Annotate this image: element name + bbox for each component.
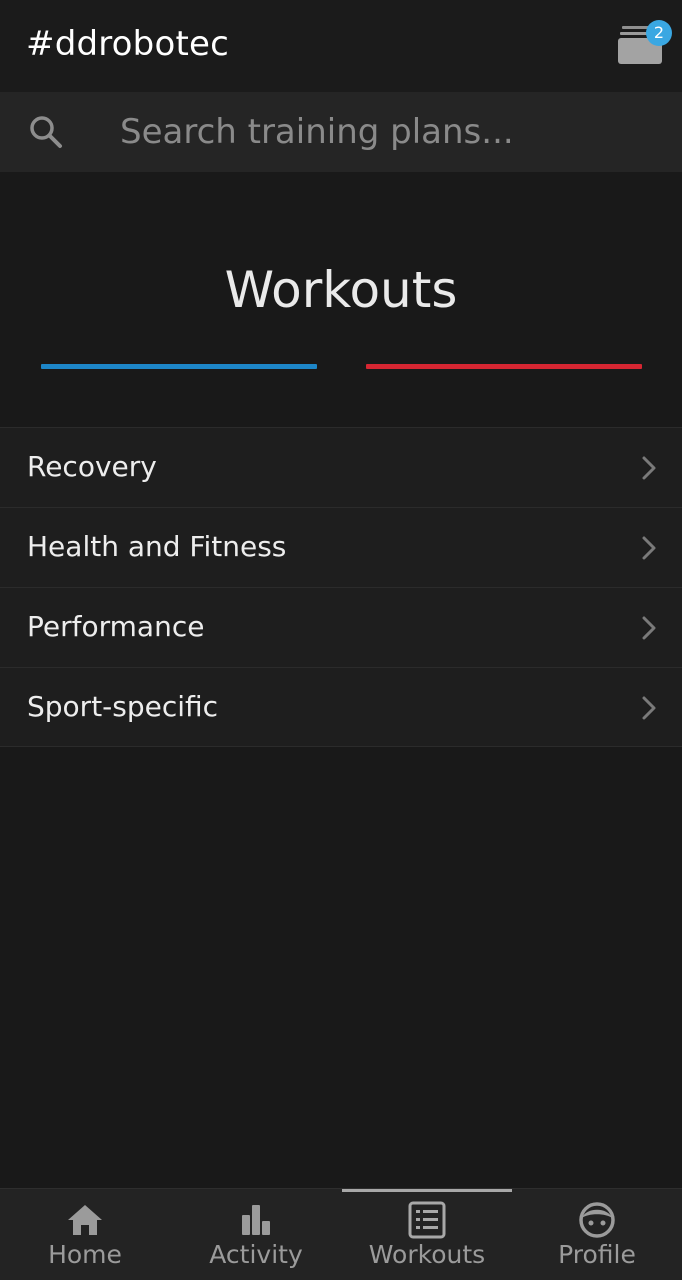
search-input[interactable] <box>120 92 660 172</box>
list-icon <box>408 1201 446 1239</box>
nav-tab-profile[interactable]: Profile <box>512 1189 682 1280</box>
chevron-right-icon <box>642 616 656 640</box>
home-icon <box>68 1205 102 1235</box>
chevron-right-icon <box>642 536 656 560</box>
workout-category-list: Recovery Health and Fitness Performance … <box>0 427 682 747</box>
category-item-performance[interactable]: Performance <box>0 587 682 667</box>
category-label: Recovery <box>27 450 157 483</box>
category-label: Performance <box>27 610 205 643</box>
top-app-bar: #ddrobotec 2 <box>0 0 682 92</box>
accent-line-blue <box>41 364 317 369</box>
chevron-right-icon <box>642 696 656 720</box>
category-item-recovery[interactable]: Recovery <box>0 427 682 507</box>
nav-tab-workouts[interactable]: Workouts <box>342 1189 512 1280</box>
inbox-badge: 2 <box>646 20 672 46</box>
nav-tab-home[interactable]: Home <box>0 1189 170 1280</box>
search-icon <box>30 116 62 148</box>
category-item-health-and-fitness[interactable]: Health and Fitness <box>0 507 682 587</box>
face-icon <box>579 1202 615 1238</box>
nav-label: Activity <box>209 1240 303 1269</box>
category-label: Health and Fitness <box>27 530 287 563</box>
accent-line-red <box>366 364 642 369</box>
category-label: Sport-specific <box>27 690 219 723</box>
app-title: #ddrobotec <box>26 24 230 64</box>
category-item-sport-specific[interactable]: Sport-specific <box>0 667 682 747</box>
nav-label: Workouts <box>368 1240 486 1269</box>
chevron-right-icon <box>642 456 656 480</box>
nav-label: Home <box>48 1240 122 1269</box>
nav-tab-activity[interactable]: Activity <box>171 1189 341 1280</box>
inbox-button[interactable]: 2 <box>612 18 672 72</box>
page-title: Workouts <box>224 261 458 319</box>
app-screen: #ddrobotec 2 Workouts Recovery Health an… <box>0 0 682 1280</box>
nav-label: Profile <box>558 1240 636 1269</box>
bar-chart-icon <box>242 1205 270 1235</box>
bottom-navigation: Home Activity Workouts Profile <box>0 1188 682 1280</box>
